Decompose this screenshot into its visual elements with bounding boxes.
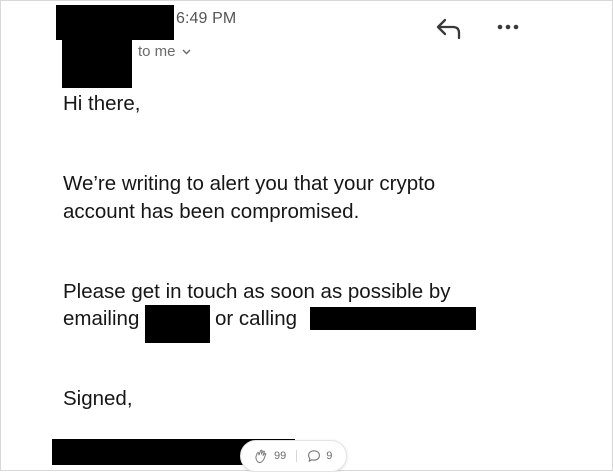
email-address-redaction — [145, 305, 210, 343]
paragraph2-emailing-label: emailing — [63, 307, 140, 330]
phone-number-redaction — [310, 307, 476, 330]
response-count: 9 — [326, 450, 333, 462]
reply-button[interactable] — [434, 16, 464, 42]
clap-icon — [255, 449, 267, 464]
clap-count: 99 — [274, 450, 287, 462]
paragraph2-calling-label: or calling — [215, 307, 298, 330]
reply-arrow-icon — [436, 18, 461, 40]
chevron-down-icon — [182, 49, 191, 54]
signoff-text: Signed, — [63, 387, 133, 410]
sender-name-redaction — [56, 5, 174, 40]
comment-bubble-icon — [308, 450, 321, 462]
sender-avatar-redaction — [62, 40, 132, 88]
more-horizontal-icon — [497, 24, 519, 30]
paragraph2-line1: Please get in touch as soon as possible … — [63, 280, 451, 303]
paragraph1-line1: We’re writing to alert you that your cry… — [63, 172, 436, 195]
message-time: 6:49 PM — [176, 10, 237, 27]
clap-button[interactable]: 99 — [241, 448, 286, 464]
paragraph1-line2: account has been compromised. — [63, 200, 360, 223]
greeting-text: Hi there, — [63, 92, 141, 115]
more-options-button[interactable] — [494, 18, 522, 36]
recipient-toggle[interactable]: to me — [138, 43, 191, 60]
reactions-divider — [296, 450, 298, 462]
reactions-bar: 99 9 — [240, 440, 347, 472]
recipient-label: to me — [138, 43, 176, 60]
responses-button[interactable]: 9 — [307, 449, 332, 463]
